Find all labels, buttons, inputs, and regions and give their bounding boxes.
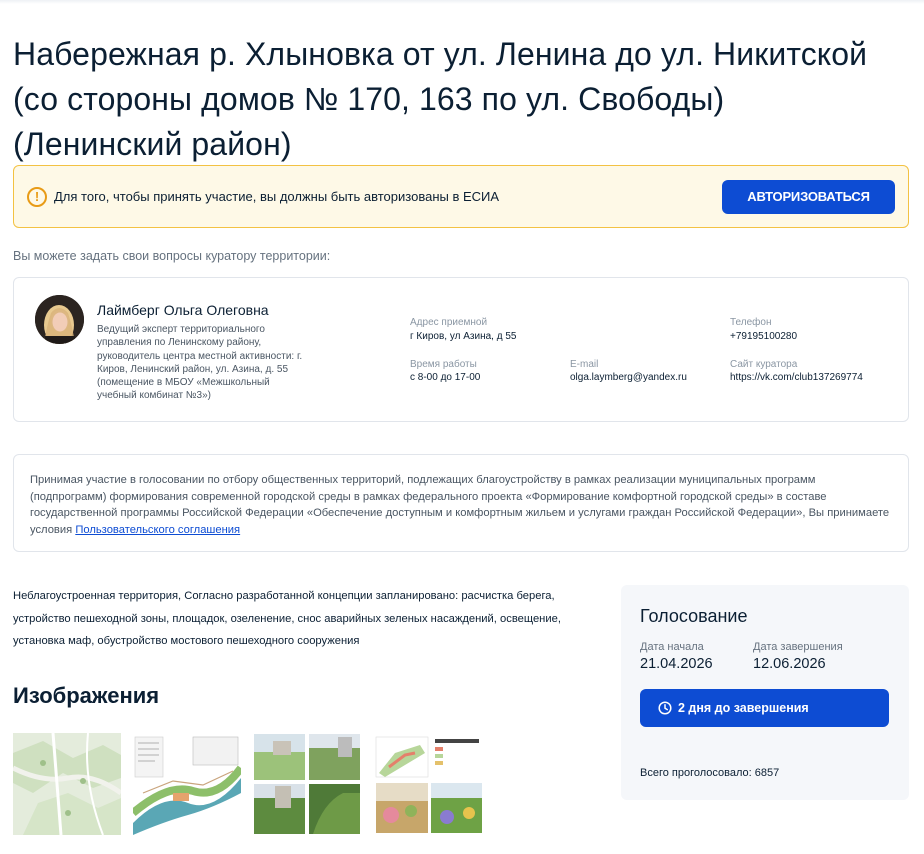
curator-intro: Вы можете задать свои вопросы куратору т… [13, 249, 331, 263]
territory-description: Неблагоустроенная территория, Согласно р… [13, 590, 561, 648]
image-thumbnail-concept[interactable] [375, 733, 483, 835]
image-thumbnail-map[interactable] [13, 733, 121, 835]
end-date-label: Дата завершения [753, 641, 843, 653]
auth-alert: ! Для того, чтобы принять участие, вы до… [13, 165, 909, 228]
site-value: https://vk.com/club137269774 [730, 372, 863, 383]
images-heading: Изображения [13, 683, 160, 708]
end-date: 12.06.2026 [753, 656, 826, 672]
phone-value: +79195100280 [730, 331, 798, 342]
email-label: E-mail [570, 359, 599, 370]
start-date: 21.04.2026 [640, 656, 713, 672]
image-thumbnail-plan[interactable] [133, 733, 241, 835]
agreement-box: Принимая участие в голосовании по отбору… [13, 454, 909, 552]
email-value: olga.laymberg@yandex.ru [570, 372, 687, 383]
curator-role: Ведущий эксперт территориального управле… [97, 324, 303, 402]
clock-icon [658, 701, 672, 715]
start-date-label: Дата начала [640, 641, 704, 653]
days-remaining-button[interactable]: 2 дня до завершения [640, 689, 889, 727]
curator-card: Лаймберг Ольга Олеговна Ведущий эксперт … [13, 277, 909, 422]
image-thumbnail-photos[interactable] [253, 733, 361, 835]
days-remaining-label: 2 дня до завершения [678, 701, 809, 715]
agreement-text: Принимая участие в голосовании по отбору… [30, 472, 890, 538]
page-title: Набережная р. Хлыновка от ул. Ленина до … [13, 36, 868, 162]
voting-title: Голосование [640, 606, 748, 626]
hours-value: с 8-00 до 17-00 [410, 372, 481, 383]
avatar [35, 295, 84, 344]
site-label: Сайт куратора [730, 359, 798, 370]
voting-panel: Голосование Дата начала 21.04.2026 Дата … [621, 585, 909, 800]
address-label: Адрес приемной [410, 317, 488, 328]
user-agreement-link[interactable]: Пользовательского соглашения [75, 524, 240, 536]
top-shadow [0, 0, 924, 4]
hours-label: Время работы [410, 359, 477, 370]
phone-label: Телефон [730, 317, 772, 328]
authorize-button[interactable]: АВТОРИЗОВАТЬСЯ [722, 180, 895, 214]
address-value: г Киров, ул Азина, д 55 [410, 331, 517, 342]
warning-icon: ! [27, 187, 47, 207]
curator-name: Лаймберг Ольга Олеговна [97, 302, 269, 318]
alert-text: Для того, чтобы принять участие, вы долж… [54, 189, 500, 204]
total-votes: Всего проголосовало: 6857 [640, 767, 780, 779]
